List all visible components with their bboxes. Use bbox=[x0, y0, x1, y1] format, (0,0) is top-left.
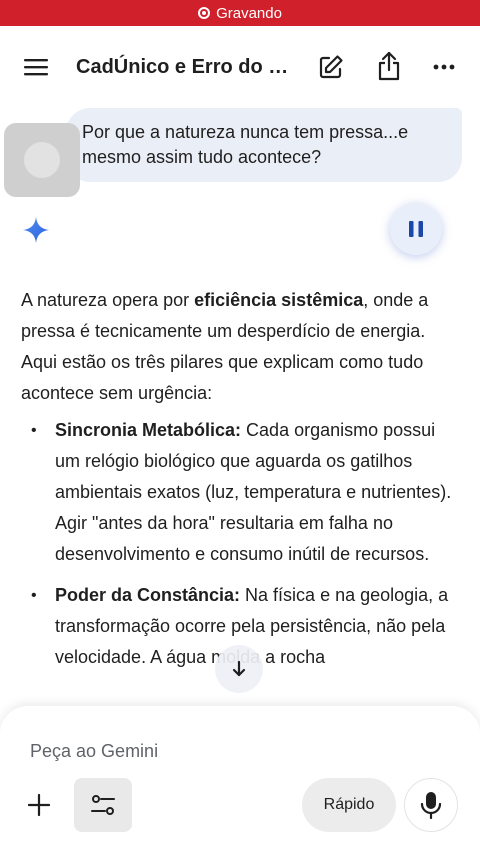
bullet-text: Cada organismo possui um relógio biológi… bbox=[55, 420, 452, 564]
tools-button[interactable] bbox=[74, 778, 132, 832]
scroll-to-bottom-button[interactable] bbox=[215, 645, 263, 693]
list-item: Sincronia Metabólica: Cada organismo pos… bbox=[21, 415, 461, 570]
tools-icon bbox=[91, 795, 115, 815]
share-icon bbox=[378, 51, 400, 81]
intro-text-start: A natureza opera por bbox=[21, 290, 195, 310]
pause-icon bbox=[409, 221, 423, 237]
response-text: A natureza opera por eficiência sistêmic… bbox=[21, 285, 461, 683]
composer-panel: Rápido bbox=[0, 706, 480, 848]
edit-icon bbox=[319, 55, 343, 79]
model-label: Rápido bbox=[323, 796, 375, 813]
microphone-icon bbox=[420, 792, 442, 819]
bullet-list: Sincronia Metabólica: Cada organismo pos… bbox=[21, 415, 461, 673]
response-intro: A natureza opera por eficiência sistêmic… bbox=[21, 285, 461, 409]
bullet-title: Poder da Constância: bbox=[55, 585, 241, 605]
model-selector-button[interactable]: Rápido bbox=[302, 778, 396, 832]
gemini-sparkle-icon bbox=[22, 216, 50, 244]
pause-button[interactable] bbox=[390, 203, 442, 255]
more-icon bbox=[433, 64, 455, 70]
new-chat-button[interactable] bbox=[314, 50, 348, 84]
avatar bbox=[4, 123, 80, 197]
top-app-bar: CadÚnico e Erro do Ch... bbox=[0, 26, 480, 108]
user-message-text: Por que a natureza nunca tem pressa...e … bbox=[82, 122, 409, 167]
conversation-title[interactable]: CadÚnico e Erro do Ch... bbox=[76, 54, 301, 80]
bullet-title: Sincronia Metabólica: bbox=[55, 420, 242, 440]
menu-icon bbox=[24, 59, 48, 76]
record-icon bbox=[198, 7, 211, 19]
add-button[interactable] bbox=[22, 788, 56, 822]
microphone-button[interactable] bbox=[404, 778, 458, 832]
menu-button[interactable] bbox=[18, 54, 54, 80]
plus-icon bbox=[28, 794, 50, 816]
share-button[interactable] bbox=[372, 48, 406, 84]
recording-indicator[interactable]: Gravando bbox=[0, 0, 480, 26]
prompt-input[interactable] bbox=[30, 738, 410, 764]
intro-bold-text: eficiência sistêmica bbox=[194, 290, 364, 310]
more-options-button[interactable] bbox=[428, 54, 460, 80]
recording-label: Gravando bbox=[216, 4, 282, 22]
user-message-bubble[interactable]: Por que a natureza nunca tem pressa...e … bbox=[66, 108, 462, 182]
avatar-icon bbox=[24, 142, 60, 178]
arrow-down-icon bbox=[232, 660, 246, 677]
